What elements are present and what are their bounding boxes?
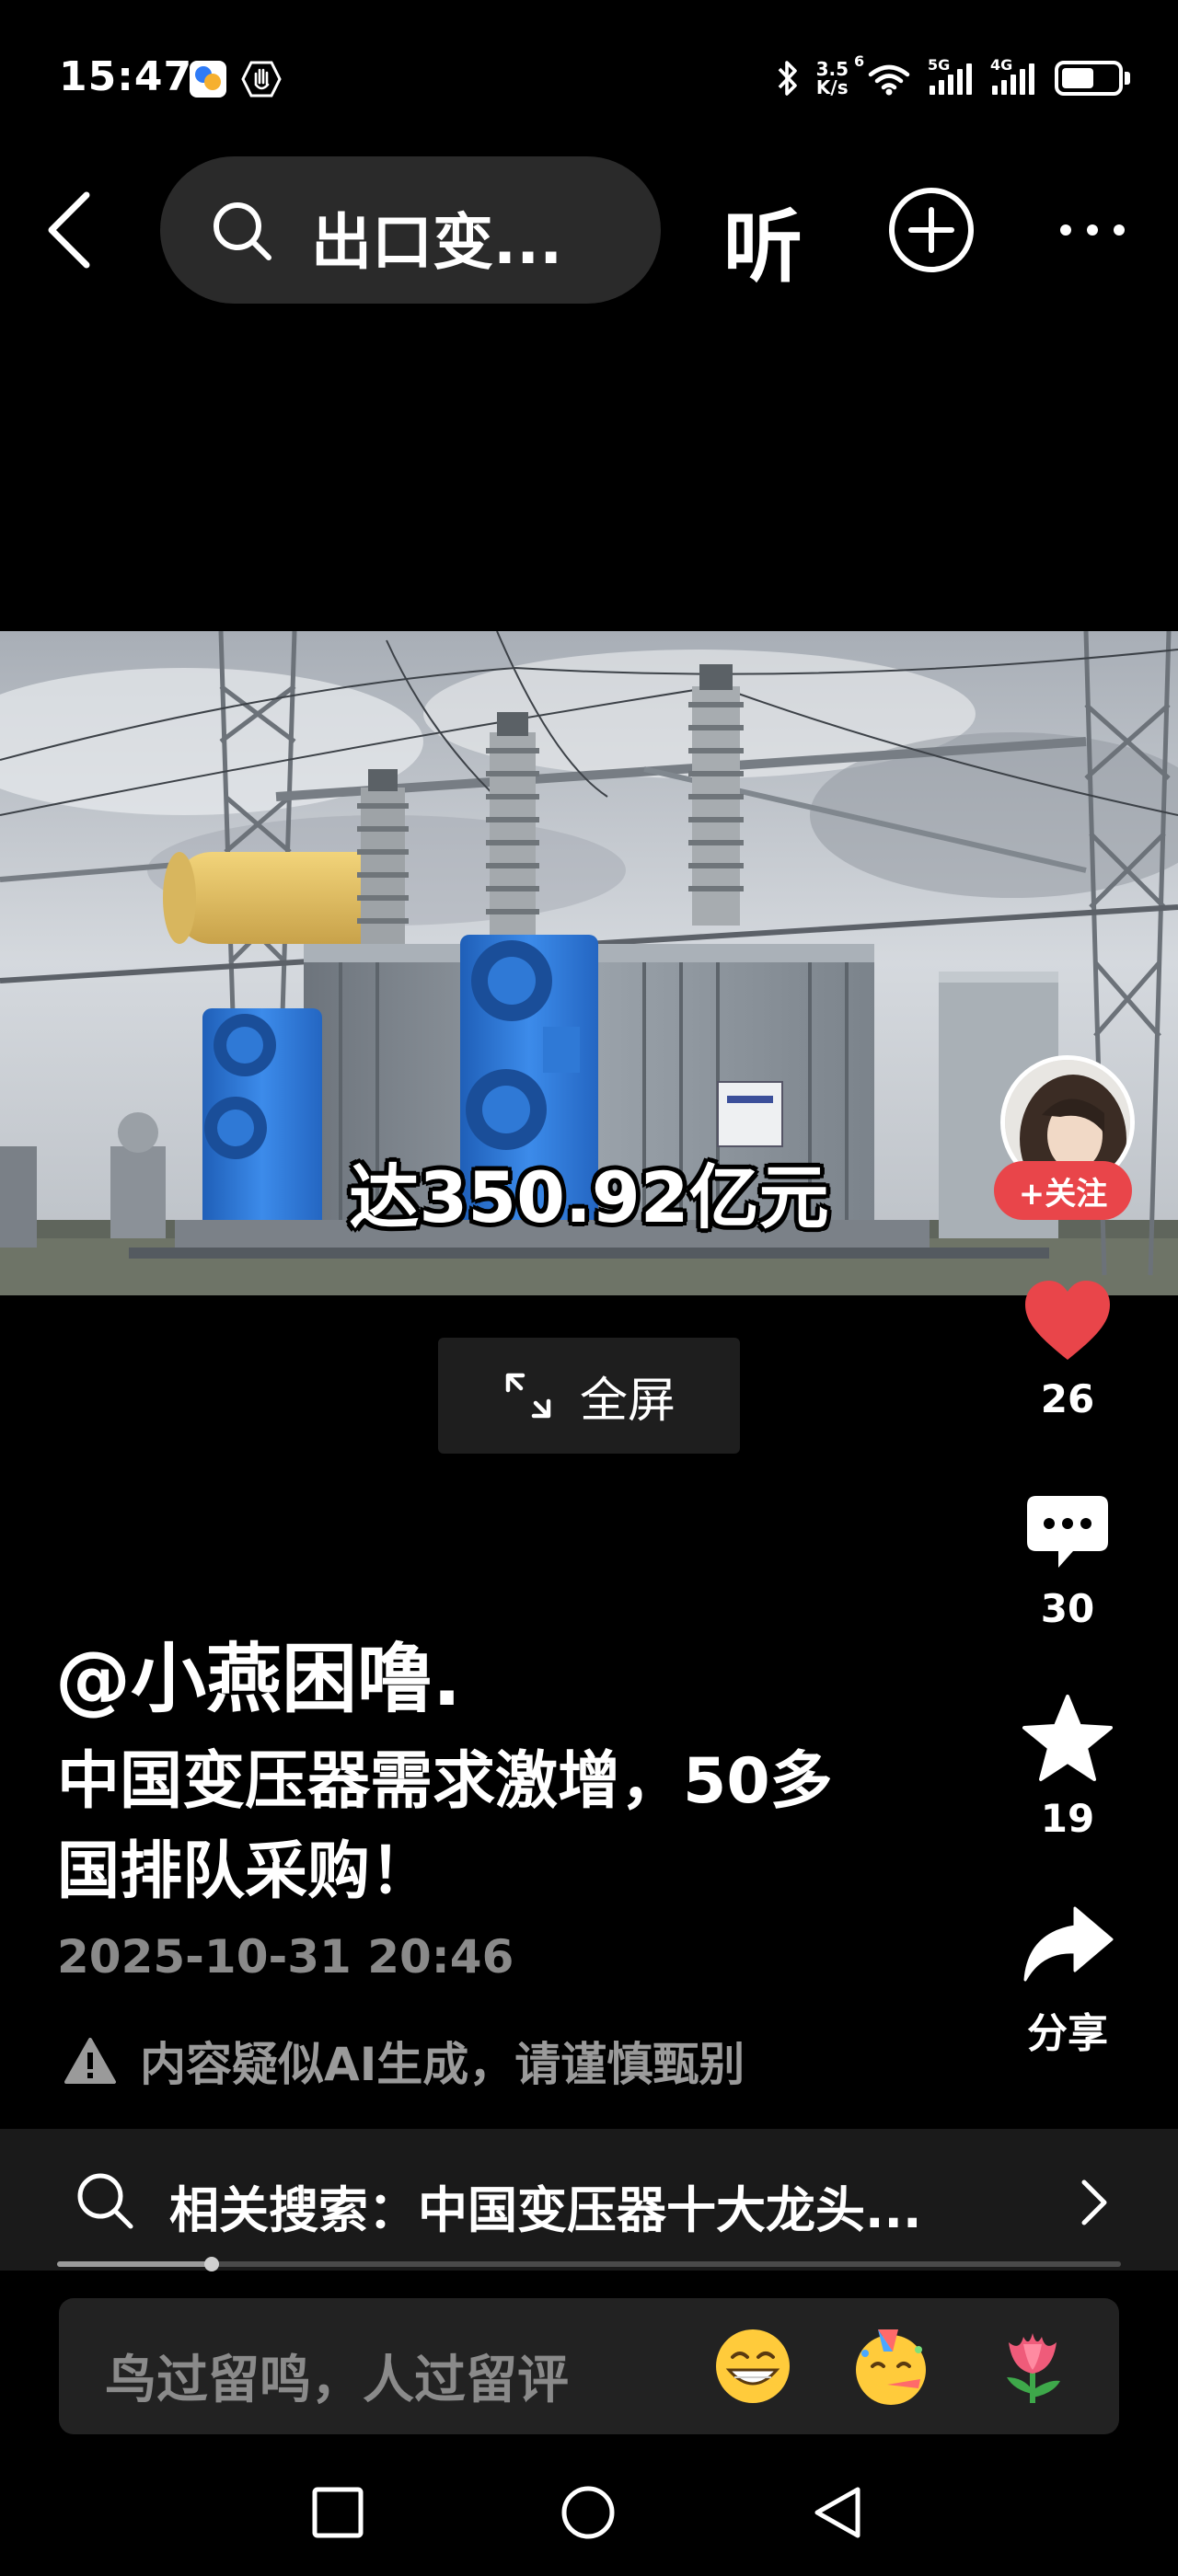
post-date: 2025-10-31 20:46 (57, 1930, 514, 1984)
video-progress-bar[interactable] (57, 2257, 1121, 2271)
signal-sim1-icon: 5G (928, 56, 976, 95)
comment-count: 30 (1040, 1586, 1095, 1631)
like-count: 26 (1040, 1376, 1095, 1421)
sim1-tag: 5G (928, 56, 951, 74)
recent-apps-button[interactable] (309, 2484, 366, 2541)
follow-button[interactable]: +关注 (994, 1161, 1132, 1220)
author-avatar[interactable]: +关注 (994, 1051, 1139, 1220)
hand-shield-icon (241, 61, 282, 98)
home-button[interactable] (560, 2484, 617, 2541)
signal-sim2-icon: 4G (990, 56, 1038, 95)
top-nav: 出口变... 听 (0, 156, 1178, 304)
search-icon (214, 202, 271, 260)
more-options-button[interactable] (1057, 212, 1128, 248)
listen-button[interactable]: 听 (723, 182, 803, 297)
search-icon (77, 2173, 133, 2229)
wifi-icon: 6 (854, 52, 913, 97)
search-query: 出口变... (311, 207, 563, 278)
partying-face-icon[interactable] (850, 2326, 931, 2407)
net-speed-unit: K/s (815, 76, 849, 98)
status-bar: 15:47 3.5 K/s 6 5G 4G (0, 0, 1178, 156)
grinning-face-icon[interactable] (712, 2326, 793, 2407)
fullscreen-label: 全屏 (579, 1373, 676, 1429)
ai-content-notice: 内容疑似AI生成，请谨慎甄别 (63, 2028, 745, 2094)
related-search-label: 相关搜索：中国变压器十大龙头... (169, 2181, 922, 2239)
star-icon (1022, 1695, 1113, 1781)
video-post-screen: 15:47 3.5 K/s 6 5G 4G 出口变... 听 达350.92亿元… (0, 0, 1178, 2576)
system-back-button[interactable] (810, 2484, 867, 2541)
author-name[interactable]: @小燕困噜. (55, 1617, 461, 1727)
chevron-right-icon (1081, 2179, 1107, 2225)
back-button[interactable] (35, 184, 99, 276)
sim2-tag: 4G (990, 56, 1013, 74)
status-time: 15:47 (59, 53, 193, 100)
bluetooth-icon (778, 61, 797, 96)
favorite-count: 19 (1040, 1796, 1095, 1841)
favorite-button[interactable]: 19 (994, 1693, 1141, 1841)
share-button[interactable]: 分享 (994, 1903, 1141, 2059)
battery-icon (1055, 61, 1130, 96)
share-label: 分享 (1027, 2010, 1108, 2057)
system-nav-bar (0, 2447, 1178, 2576)
heart-icon (1025, 1281, 1110, 1360)
like-button[interactable]: 26 (994, 1277, 1141, 1421)
network-speed: 3.5 K/s (816, 60, 849, 97)
search-bar[interactable]: 出口变... (160, 156, 661, 304)
ai-notice-text: 内容疑似AI生成，请谨慎甄别 (140, 2038, 745, 2091)
progress-fill (57, 2261, 212, 2267)
comment-input-bar[interactable]: 鸟过留鸣，人过留评 (59, 2298, 1119, 2434)
app-notification-icon (190, 61, 226, 98)
comment-placeholder: 鸟过留鸣，人过留评 (105, 2351, 569, 2410)
status-indicators: 3.5 K/s 6 5G 4G (776, 52, 1130, 101)
wifi-tag: 6 (854, 52, 865, 70)
related-search-bar[interactable]: 相关搜索：中国变压器十大龙头... (0, 2129, 1178, 2271)
post-title: 中国变压器需求激增，50多国排队采购！ (57, 1745, 833, 1908)
add-button[interactable] (885, 184, 977, 276)
expand-icon (505, 1373, 551, 1419)
fullscreen-button[interactable]: 全屏 (438, 1338, 740, 1454)
tulip-icon[interactable] (992, 2326, 1073, 2407)
warning-icon (64, 2038, 116, 2084)
comment-button[interactable]: 30 (994, 1492, 1141, 1631)
progress-handle[interactable] (203, 2257, 219, 2271)
comment-icon (1027, 1496, 1108, 1568)
share-arrow-icon (1023, 1906, 1114, 1982)
net-speed-value: 3.5 (815, 58, 849, 80)
